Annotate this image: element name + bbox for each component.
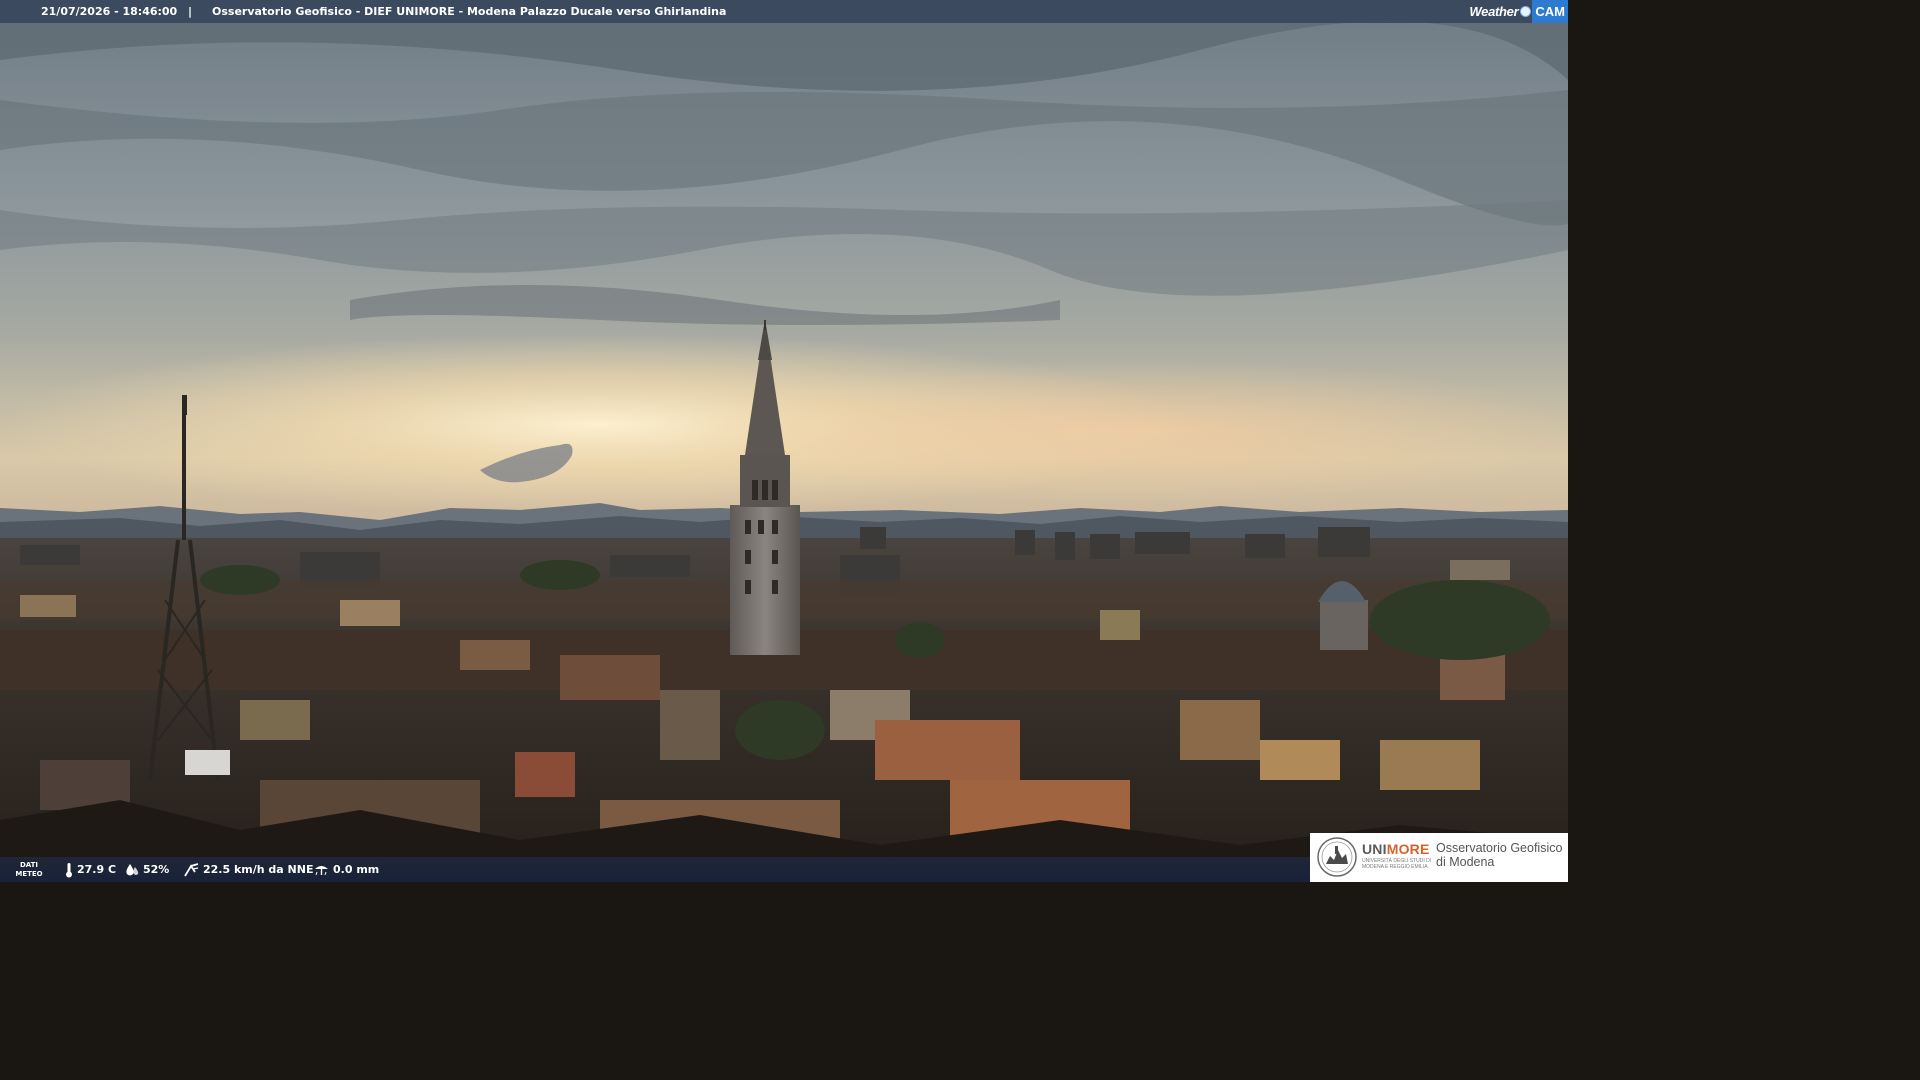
weathercam-logo-dot-icon (1520, 6, 1532, 17)
webcam-image (0, 0, 1568, 882)
observatory-name: Osservatorio Geofisico di Modena (1436, 841, 1562, 869)
unimore-uni: UNI (1362, 841, 1387, 857)
humidity-reading: 52% (124, 857, 169, 882)
camera-title: Osservatorio Geofisico - DIEF UNIMORE - … (212, 5, 727, 18)
observatory-line-2: di Modena (1436, 855, 1495, 869)
thermometer-icon (66, 862, 72, 877)
wind-value: 22.5 km/h da NNE (203, 863, 314, 876)
meteo-label: METEO (15, 870, 43, 878)
university-seal-icon (1317, 837, 1357, 877)
dati-label: DATI (19, 861, 39, 869)
top-info-bar: 21/07/2026 - 18:46:00 | Osservatorio Geo… (0, 0, 1568, 23)
weathercam-logo-cam: CAM (1532, 0, 1568, 23)
wind-icon (184, 862, 199, 876)
institution-logo-box: UNIMORE UNIVERSITÀ DEGLI STUDI DI MODENA… (1310, 833, 1568, 882)
humidity-drop-icon (126, 863, 139, 875)
unimore-wordmark: UNIMORE (1362, 841, 1430, 857)
unimore-subtitle: UNIVERSITÀ DEGLI STUDI DI MODENA E REGGI… (1362, 858, 1432, 870)
webcam-view: 21/07/2026 - 18:46:00 | Osservatorio Geo… (0, 0, 1568, 882)
rain-reading: 0.0 mm (313, 857, 379, 882)
wind-reading: 22.5 km/h da NNE (183, 857, 313, 882)
title-separator: | (188, 5, 193, 18)
humidity-value: 52% (143, 863, 170, 876)
rain-value: 0.0 mm (333, 863, 380, 876)
observatory-line-1: Osservatorio Geofisico (1436, 841, 1563, 855)
weathercam-logo: Weather CAM (1469, 0, 1568, 23)
dati-meteo-label: DATI METEO (12, 861, 46, 879)
temperature-reading: 27.9 C (64, 857, 116, 882)
weathercam-logo-word: Weather (1469, 4, 1519, 19)
temperature-value: 27.9 C (77, 863, 117, 876)
timestamp: 21/07/2026 - 18:46:00 (41, 5, 178, 18)
rain-icon (315, 865, 328, 875)
unimore-more: MORE (1386, 841, 1430, 857)
weather-data-bar: DATI METEO 27.9 C 52% 22.5 km/h da NNE 0… (0, 857, 1310, 882)
